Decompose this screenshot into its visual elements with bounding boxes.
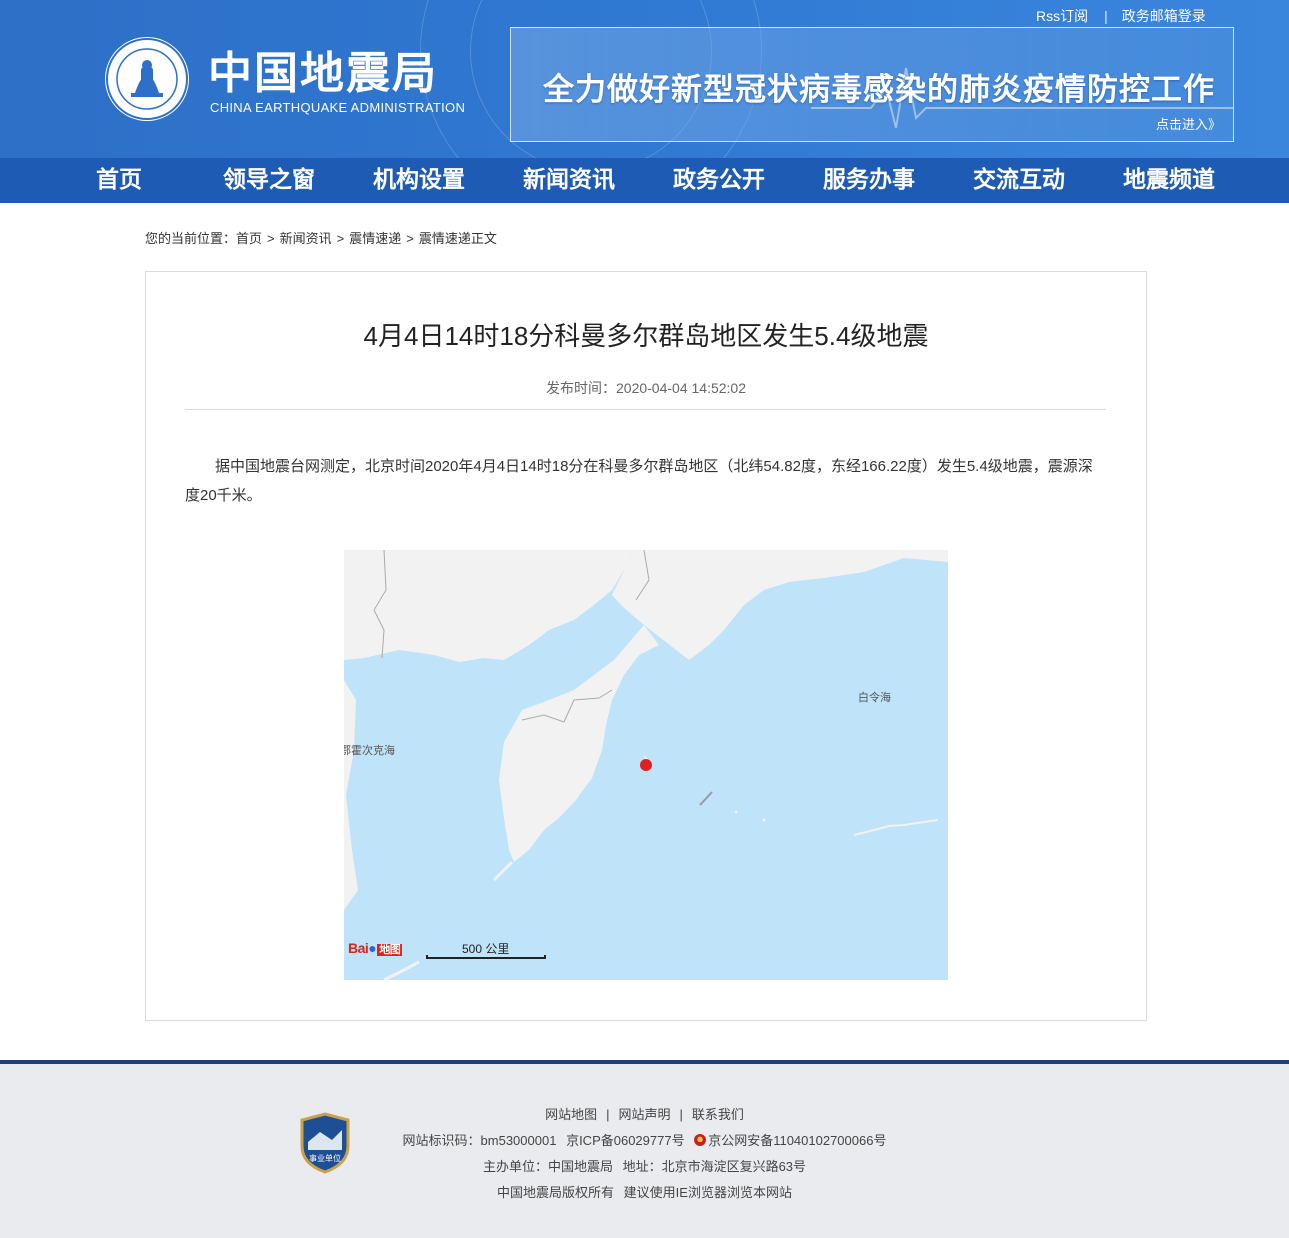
article-body: 据中国地震台网测定，北京时间2020年4月4日14时18分在科曼多尔群岛地区（北… bbox=[185, 458, 1093, 504]
main-nav: 首页 领导之窗 机构设置 新闻资讯 政务公开 服务办事 交流互动 地震频道 bbox=[0, 158, 1289, 203]
separator: | bbox=[679, 1107, 683, 1122]
nav-item-news[interactable]: 新闻资讯 bbox=[523, 158, 615, 203]
map-scale-bar bbox=[426, 955, 546, 959]
nav-item-earthquake-channel[interactable]: 地震频道 bbox=[1123, 158, 1215, 203]
copyright-text: 中国地震局版权所有 bbox=[497, 1185, 615, 1200]
site-footer: 事业单位 网站地图 | 网站声明 | 联系我们 网站标识码：bm53000001 京IC… bbox=[0, 1064, 1289, 1238]
breadcrumb: 您的当前位置：首页 > 新闻资讯 > 震情速递 > 震情速递正文 bbox=[145, 228, 497, 247]
browser-tip-text: 建议使用IE浏览器浏览本网站 bbox=[623, 1185, 792, 1200]
banner-enter-link[interactable]: 点击进入》 bbox=[1156, 114, 1221, 133]
publish-time: 发布时间：2020-04-04 14:52:02 bbox=[546, 380, 746, 396]
address-text: 地址：北京市海淀区复兴路63号 bbox=[622, 1159, 807, 1174]
breadcrumb-news[interactable]: 新闻资讯 bbox=[280, 231, 332, 246]
sponsor-text: 主办单位：中国地震局 bbox=[482, 1159, 613, 1174]
rss-link[interactable]: Rss订阅 bbox=[1036, 6, 1088, 26]
breadcrumb-home[interactable]: 首页 bbox=[236, 231, 262, 246]
breadcrumb-separator: > bbox=[267, 231, 275, 246]
separator: | bbox=[1104, 8, 1108, 24]
footer-sponsor: 主办单位：中国地震局 地址：北京市海淀区复兴路63号 bbox=[0, 1156, 1289, 1175]
map-label-okhotsk-sea: 鄂霍次克海 bbox=[344, 745, 395, 757]
nav-item-government-affairs[interactable]: 政务公开 bbox=[673, 158, 765, 203]
epicenter-marker[interactable] bbox=[640, 759, 652, 771]
epicenter-map[interactable]: 白令海 鄂霍次克海 Bai● 地图 500 公里 bbox=[344, 550, 948, 980]
nav-item-home[interactable]: 首页 bbox=[96, 158, 142, 203]
breadcrumb-prefix: 您的当前位置： bbox=[145, 231, 237, 246]
footer-copyright: 中国地震局版权所有 建议使用IE浏览器浏览本网站 bbox=[0, 1182, 1289, 1201]
police-badge-icon bbox=[694, 1134, 707, 1146]
gov-mail-login-link[interactable]: 政务邮箱登录 bbox=[1122, 6, 1206, 26]
breadcrumb-current: 震情速递正文 bbox=[418, 231, 497, 246]
site-id-code: 网站标识码：bm53000001 bbox=[402, 1133, 557, 1148]
site-subtitle: CHINA EARTHQUAKE ADMINISTRATION bbox=[210, 100, 466, 115]
nav-item-organization[interactable]: 机构设置 bbox=[373, 158, 465, 203]
site-header: Rss订阅 | 政务邮箱登录 中国地震局 CHINA EARTHQUAKE AD… bbox=[0, 0, 1289, 158]
banner-headline: 全力做好新型冠状病毒感染的肺炎疫情防控工作 bbox=[543, 72, 1215, 108]
nav-item-services[interactable]: 服务办事 bbox=[823, 158, 915, 203]
baidu-paw-icon: ● bbox=[368, 940, 377, 956]
footer-links: 网站地图 | 网站声明 | 联系我们 bbox=[0, 1104, 1289, 1123]
nav-item-leaders[interactable]: 领导之窗 bbox=[223, 158, 315, 203]
footer-contact-link[interactable]: 联系我们 bbox=[692, 1107, 744, 1122]
map-land-shapes bbox=[344, 550, 948, 980]
nav-item-interaction[interactable]: 交流互动 bbox=[973, 158, 1065, 203]
top-links: Rss订阅 | 政务邮箱登录 bbox=[1036, 6, 1206, 26]
breadcrumb-separator: > bbox=[336, 231, 345, 246]
breadcrumb-quake-reports[interactable]: 震情速递 bbox=[349, 231, 401, 246]
epidemic-banner[interactable]: 全力做好新型冠状病毒感染的肺炎疫情防控工作 点击进入》 bbox=[510, 27, 1234, 142]
title-divider bbox=[185, 409, 1106, 410]
cea-emblem-logo[interactable] bbox=[105, 37, 189, 121]
police-record-link[interactable]: 京公网安备11040102700066号 bbox=[708, 1133, 886, 1148]
article-container: 4月4日14时18分科曼多尔群岛地区发生5.4级地震 发布时间：2020-04-… bbox=[145, 271, 1147, 1021]
footer-registration: 网站标识码：bm53000001 京ICP备06029777号 京公网安备110… bbox=[0, 1130, 1289, 1149]
breadcrumb-separator: > bbox=[406, 231, 414, 246]
separator: | bbox=[606, 1107, 610, 1122]
footer-sitemap-link[interactable]: 网站地图 bbox=[545, 1107, 597, 1122]
baidu-map-logo[interactable]: Bai● 地图 bbox=[348, 940, 403, 957]
article-title: 4月4日14时18分科曼多尔群岛地区发生5.4级地震 bbox=[363, 321, 929, 351]
icp-record-link[interactable]: 京ICP备06029777号 bbox=[566, 1133, 685, 1148]
footer-statement-link[interactable]: 网站声明 bbox=[618, 1107, 670, 1122]
map-label-bering-sea: 白令海 bbox=[858, 692, 891, 704]
site-title: 中国地震局 bbox=[208, 48, 438, 99]
